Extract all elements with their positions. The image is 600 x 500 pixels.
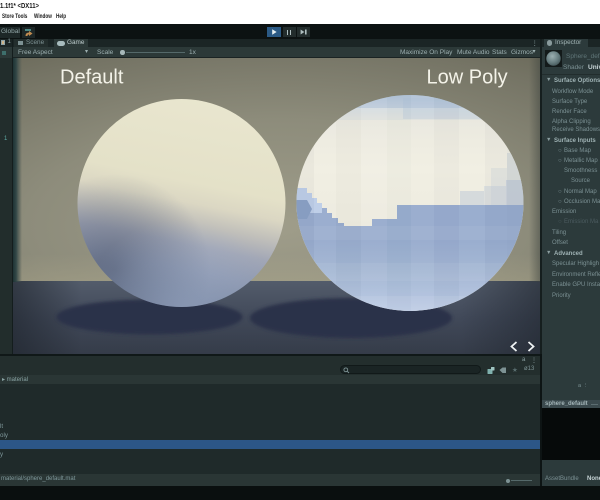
svg-text:Default: Default	[60, 67, 124, 89]
svg-text:Low Poly: Low Poly	[427, 67, 508, 89]
